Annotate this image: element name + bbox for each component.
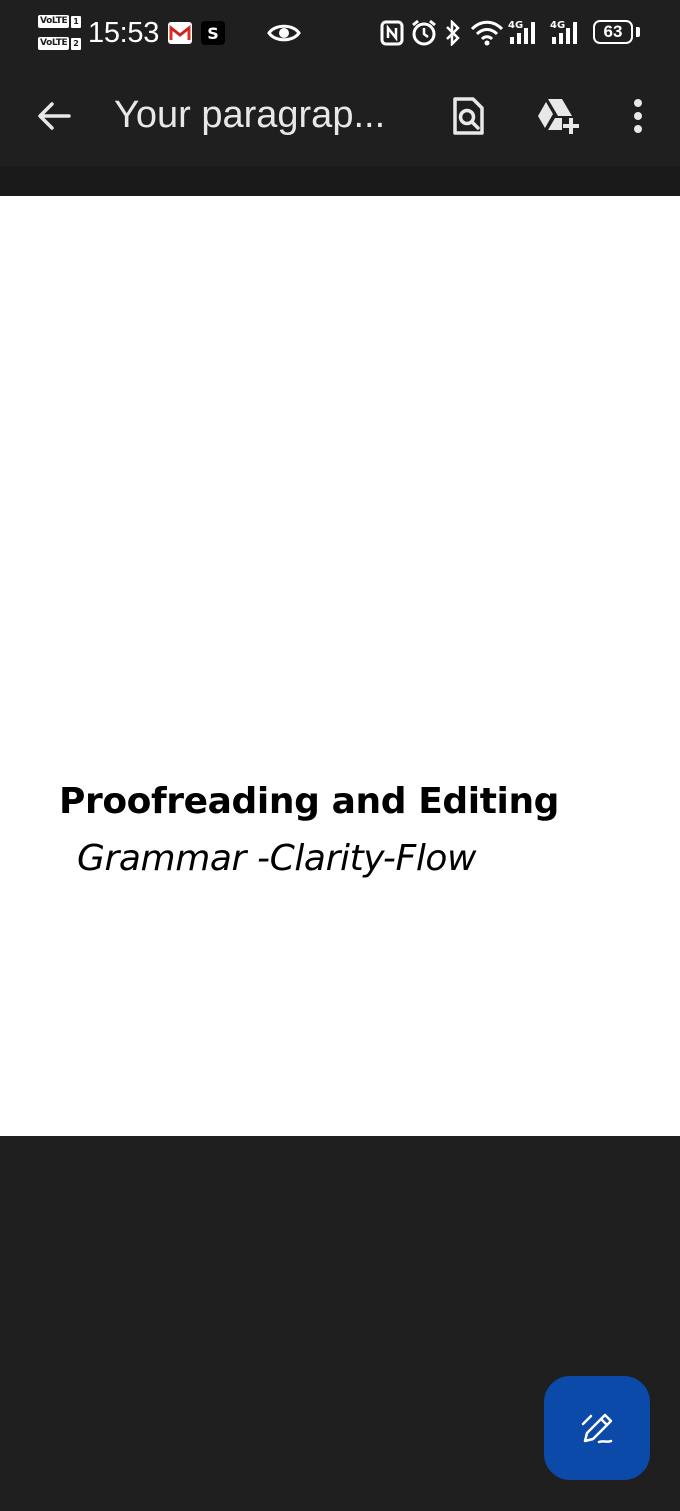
add-to-drive-icon bbox=[538, 99, 579, 134]
back-arrow-icon bbox=[38, 102, 71, 130]
bluetooth-icon bbox=[446, 20, 460, 46]
document-title: Your paragrap... bbox=[114, 94, 386, 136]
app-bar: Your paragrap... bbox=[0, 66, 680, 166]
signal-icon: 4G bbox=[550, 20, 577, 44]
wifi-icon bbox=[470, 20, 504, 46]
sim1-index: 1 bbox=[71, 15, 81, 28]
s-app-icon: S bbox=[201, 21, 225, 45]
edit-pencil-icon bbox=[581, 1413, 613, 1444]
document-page[interactable]: Proofreading and Editing Grammar -Clarit… bbox=[0, 196, 680, 1136]
sim1-volte-label: VoLTE bbox=[38, 15, 70, 28]
find-in-page-button[interactable] bbox=[440, 88, 496, 144]
gmail-icon bbox=[168, 22, 192, 44]
document-heading: Proofreading and Editing bbox=[59, 781, 560, 822]
alarm-icon bbox=[412, 19, 436, 46]
back-button[interactable] bbox=[26, 88, 82, 144]
sim1-volte-badge: VoLTE 1 bbox=[38, 14, 81, 29]
network-type-label: 4G bbox=[550, 20, 565, 31]
svg-text:S: S bbox=[207, 24, 219, 43]
network-type-label: 4G bbox=[508, 20, 523, 31]
document-subheading: Grammar -Clarity-Flow bbox=[77, 838, 477, 879]
status-bar: VoLTE 1 VoLTE 2 15:53 S 4G 4G 63 bbox=[0, 0, 680, 66]
more-vert-icon bbox=[634, 99, 642, 133]
find-in-page-icon bbox=[453, 97, 484, 135]
sim2-index: 2 bbox=[71, 37, 81, 50]
battery-level: 63 bbox=[603, 22, 623, 41]
more-options-button[interactable] bbox=[616, 88, 660, 144]
sim2-volte-label: VoLTE bbox=[38, 37, 70, 50]
battery-tip bbox=[636, 27, 640, 37]
signal-icon: 4G bbox=[508, 20, 535, 44]
add-to-drive-button[interactable] bbox=[530, 88, 586, 144]
sim2-volte-badge: VoLTE 2 bbox=[38, 36, 81, 51]
eye-icon bbox=[267, 24, 301, 42]
status-clock: 15:53 bbox=[88, 17, 160, 49]
nfc-icon bbox=[380, 20, 404, 46]
toolbar-shadow-band bbox=[0, 166, 680, 196]
battery-icon: 63 bbox=[593, 20, 633, 44]
edit-fab-button[interactable] bbox=[544, 1376, 650, 1480]
volte-indicators: VoLTE 1 VoLTE 2 bbox=[38, 14, 81, 52]
